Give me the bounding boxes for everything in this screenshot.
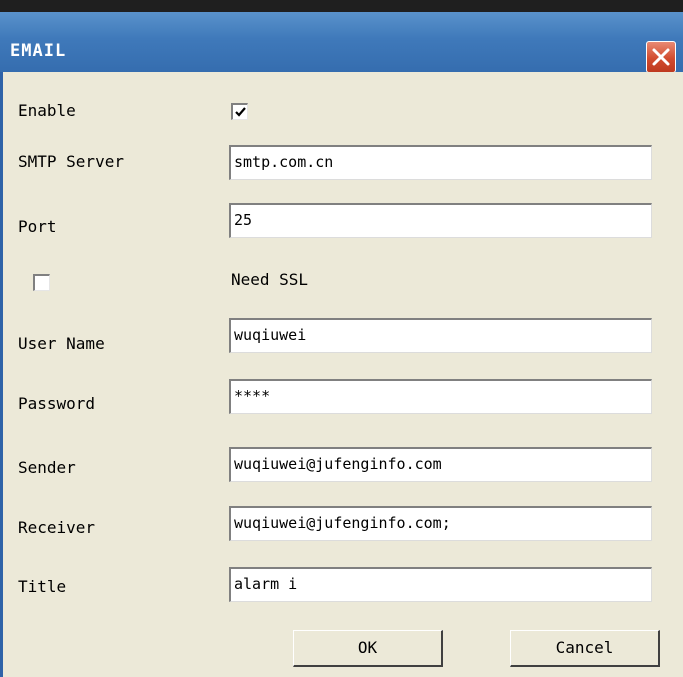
need-ssl-checkbox[interactable] bbox=[33, 274, 50, 291]
port-input[interactable]: 25 bbox=[229, 203, 652, 238]
close-button[interactable] bbox=[646, 41, 676, 73]
need-ssl-label: Need SSL bbox=[231, 270, 309, 289]
sender-input[interactable]: wuqiuwei@jufenginfo.com bbox=[229, 447, 652, 482]
user-name-input[interactable]: wuqiuwei bbox=[229, 318, 652, 353]
sender-label: Sender bbox=[18, 458, 76, 477]
title-input[interactable]: alarm i bbox=[229, 567, 652, 602]
window-title: EMAIL bbox=[10, 41, 67, 61]
window-titlebar[interactable]: EMAIL bbox=[0, 12, 683, 73]
close-icon bbox=[652, 48, 670, 66]
port-label: Port bbox=[18, 217, 57, 236]
smtp-server-label: SMTP Server bbox=[18, 152, 124, 171]
title-label: Title bbox=[18, 577, 67, 596]
cancel-button[interactable]: Cancel bbox=[510, 630, 660, 667]
password-label: Password bbox=[18, 394, 96, 413]
enable-checkbox[interactable] bbox=[231, 103, 248, 120]
password-input[interactable]: **** bbox=[229, 379, 652, 414]
ok-button[interactable]: OK bbox=[293, 630, 443, 667]
smtp-server-input[interactable]: smtp.com.cn bbox=[229, 145, 652, 180]
window-top-edge bbox=[0, 0, 683, 12]
checkmark-icon bbox=[235, 107, 246, 117]
enable-label: Enable bbox=[18, 101, 76, 120]
receiver-label: Receiver bbox=[18, 518, 96, 537]
receiver-input[interactable]: wuqiuwei@jufenginfo.com; bbox=[229, 506, 652, 541]
user-name-label: User Name bbox=[18, 334, 105, 353]
